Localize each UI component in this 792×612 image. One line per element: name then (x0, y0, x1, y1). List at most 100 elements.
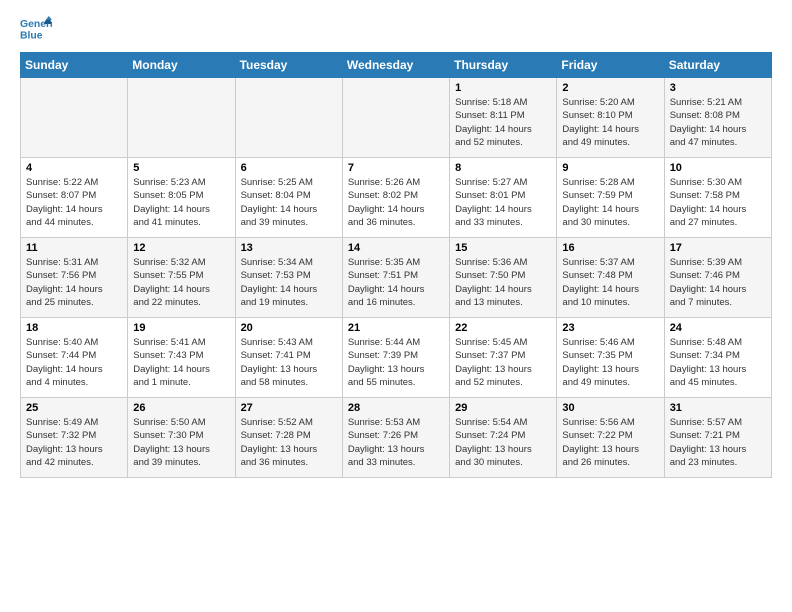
day-number: 15 (455, 242, 551, 254)
day-number: 22 (455, 322, 551, 334)
day-number: 20 (241, 322, 337, 334)
calendar-cell (235, 78, 342, 158)
day-info: Sunrise: 5:21 AMSunset: 8:08 PMDaylight:… (670, 96, 766, 149)
day-number: 23 (562, 322, 658, 334)
day-info: Sunrise: 5:50 AMSunset: 7:30 PMDaylight:… (133, 416, 229, 469)
calendar-cell: 27 Sunrise: 5:52 AMSunset: 7:28 PMDayligh… (235, 398, 342, 478)
calendar-table: SundayMondayTuesdayWednesdayThursdayFrid… (20, 52, 772, 478)
calendar-cell: 24 Sunrise: 5:48 AMSunset: 7:34 PMDayligh… (664, 318, 771, 398)
day-info: Sunrise: 5:27 AMSunset: 8:01 PMDaylight:… (455, 176, 551, 229)
day-number: 25 (26, 402, 122, 414)
day-number: 26 (133, 402, 229, 414)
day-info: Sunrise: 5:26 AMSunset: 8:02 PMDaylight:… (348, 176, 444, 229)
calendar-cell (21, 78, 128, 158)
calendar-cell: 12 Sunrise: 5:32 AMSunset: 7:55 PMDayligh… (128, 238, 235, 318)
day-number: 4 (26, 162, 122, 174)
calendar-cell: 18 Sunrise: 5:40 AMSunset: 7:44 PMDayligh… (21, 318, 128, 398)
calendar-cell: 16 Sunrise: 5:37 AMSunset: 7:48 PMDayligh… (557, 238, 664, 318)
day-info: Sunrise: 5:43 AMSunset: 7:41 PMDaylight:… (241, 336, 337, 389)
day-info: Sunrise: 5:37 AMSunset: 7:48 PMDaylight:… (562, 256, 658, 309)
calendar-cell: 14 Sunrise: 5:35 AMSunset: 7:51 PMDayligh… (342, 238, 449, 318)
weekday-header-thursday: Thursday (450, 53, 557, 78)
day-number: 18 (26, 322, 122, 334)
weekday-header-monday: Monday (128, 53, 235, 78)
day-number: 28 (348, 402, 444, 414)
day-number: 16 (562, 242, 658, 254)
weekday-header-friday: Friday (557, 53, 664, 78)
calendar-cell: 15 Sunrise: 5:36 AMSunset: 7:50 PMDayligh… (450, 238, 557, 318)
calendar-cell: 25 Sunrise: 5:49 AMSunset: 7:32 PMDayligh… (21, 398, 128, 478)
day-number: 29 (455, 402, 551, 414)
day-number: 19 (133, 322, 229, 334)
day-number: 6 (241, 162, 337, 174)
calendar-cell: 6 Sunrise: 5:25 AMSunset: 8:04 PMDaylight… (235, 158, 342, 238)
day-number: 7 (348, 162, 444, 174)
day-info: Sunrise: 5:39 AMSunset: 7:46 PMDaylight:… (670, 256, 766, 309)
day-info: Sunrise: 5:40 AMSunset: 7:44 PMDaylight:… (26, 336, 122, 389)
calendar-cell: 22 Sunrise: 5:45 AMSunset: 7:37 PMDayligh… (450, 318, 557, 398)
day-number: 10 (670, 162, 766, 174)
day-number: 31 (670, 402, 766, 414)
day-info: Sunrise: 5:32 AMSunset: 7:55 PMDaylight:… (133, 256, 229, 309)
day-info: Sunrise: 5:31 AMSunset: 7:56 PMDaylight:… (26, 256, 122, 309)
calendar-cell (342, 78, 449, 158)
calendar-cell: 8 Sunrise: 5:27 AMSunset: 8:01 PMDaylight… (450, 158, 557, 238)
day-number: 17 (670, 242, 766, 254)
day-info: Sunrise: 5:45 AMSunset: 7:37 PMDaylight:… (455, 336, 551, 389)
weekday-header-sunday: Sunday (21, 53, 128, 78)
day-number: 9 (562, 162, 658, 174)
day-info: Sunrise: 5:22 AMSunset: 8:07 PMDaylight:… (26, 176, 122, 229)
day-number: 12 (133, 242, 229, 254)
day-number: 5 (133, 162, 229, 174)
day-number: 21 (348, 322, 444, 334)
day-number: 14 (348, 242, 444, 254)
weekday-header-saturday: Saturday (664, 53, 771, 78)
day-number: 11 (26, 242, 122, 254)
day-info: Sunrise: 5:18 AMSunset: 8:11 PMDaylight:… (455, 96, 551, 149)
calendar-cell: 11 Sunrise: 5:31 AMSunset: 7:56 PMDayligh… (21, 238, 128, 318)
calendar-cell: 29 Sunrise: 5:54 AMSunset: 7:24 PMDayligh… (450, 398, 557, 478)
day-info: Sunrise: 5:35 AMSunset: 7:51 PMDaylight:… (348, 256, 444, 309)
day-info: Sunrise: 5:56 AMSunset: 7:22 PMDaylight:… (562, 416, 658, 469)
day-info: Sunrise: 5:53 AMSunset: 7:26 PMDaylight:… (348, 416, 444, 469)
weekday-header-tuesday: Tuesday (235, 53, 342, 78)
day-number: 3 (670, 82, 766, 94)
calendar-cell: 28 Sunrise: 5:53 AMSunset: 7:26 PMDayligh… (342, 398, 449, 478)
day-info: Sunrise: 5:28 AMSunset: 7:59 PMDaylight:… (562, 176, 658, 229)
day-info: Sunrise: 5:41 AMSunset: 7:43 PMDaylight:… (133, 336, 229, 389)
calendar-cell: 10 Sunrise: 5:30 AMSunset: 7:58 PMDayligh… (664, 158, 771, 238)
day-info: Sunrise: 5:36 AMSunset: 7:50 PMDaylight:… (455, 256, 551, 309)
day-number: 27 (241, 402, 337, 414)
calendar-cell: 5 Sunrise: 5:23 AMSunset: 8:05 PMDaylight… (128, 158, 235, 238)
calendar-cell: 3 Sunrise: 5:21 AMSunset: 8:08 PMDaylight… (664, 78, 771, 158)
day-number: 1 (455, 82, 551, 94)
calendar-cell (128, 78, 235, 158)
calendar-cell: 1 Sunrise: 5:18 AMSunset: 8:11 PMDaylight… (450, 78, 557, 158)
weekday-header-wednesday: Wednesday (342, 53, 449, 78)
day-info: Sunrise: 5:46 AMSunset: 7:35 PMDaylight:… (562, 336, 658, 389)
day-info: Sunrise: 5:49 AMSunset: 7:32 PMDaylight:… (26, 416, 122, 469)
calendar-cell: 17 Sunrise: 5:39 AMSunset: 7:46 PMDayligh… (664, 238, 771, 318)
day-info: Sunrise: 5:20 AMSunset: 8:10 PMDaylight:… (562, 96, 658, 149)
day-info: Sunrise: 5:25 AMSunset: 8:04 PMDaylight:… (241, 176, 337, 229)
day-info: Sunrise: 5:23 AMSunset: 8:05 PMDaylight:… (133, 176, 229, 229)
day-info: Sunrise: 5:48 AMSunset: 7:34 PMDaylight:… (670, 336, 766, 389)
calendar-cell: 9 Sunrise: 5:28 AMSunset: 7:59 PMDaylight… (557, 158, 664, 238)
logo-icon: General Blue (20, 16, 52, 44)
logo: General Blue (20, 16, 58, 44)
day-number: 13 (241, 242, 337, 254)
calendar-cell: 30 Sunrise: 5:56 AMSunset: 7:22 PMDayligh… (557, 398, 664, 478)
calendar-cell: 4 Sunrise: 5:22 AMSunset: 8:07 PMDaylight… (21, 158, 128, 238)
calendar-cell: 7 Sunrise: 5:26 AMSunset: 8:02 PMDaylight… (342, 158, 449, 238)
day-number: 30 (562, 402, 658, 414)
day-info: Sunrise: 5:30 AMSunset: 7:58 PMDaylight:… (670, 176, 766, 229)
day-number: 8 (455, 162, 551, 174)
calendar-cell: 2Sunrise: 5:20 AMSunset: 8:10 PMDaylight… (557, 78, 664, 158)
svg-text:Blue: Blue (20, 30, 43, 41)
calendar-cell: 23 Sunrise: 5:46 AMSunset: 7:35 PMDayligh… (557, 318, 664, 398)
calendar-cell: 13Sunrise: 5:34 AMSunset: 7:53 PMDayligh… (235, 238, 342, 318)
day-number: 24 (670, 322, 766, 334)
calendar-cell: 31Sunrise: 5:57 AMSunset: 7:21 PMDayligh… (664, 398, 771, 478)
day-info: Sunrise: 5:54 AMSunset: 7:24 PMDaylight:… (455, 416, 551, 469)
day-info: Sunrise: 5:52 AMSunset: 7:28 PMDaylight:… (241, 416, 337, 469)
